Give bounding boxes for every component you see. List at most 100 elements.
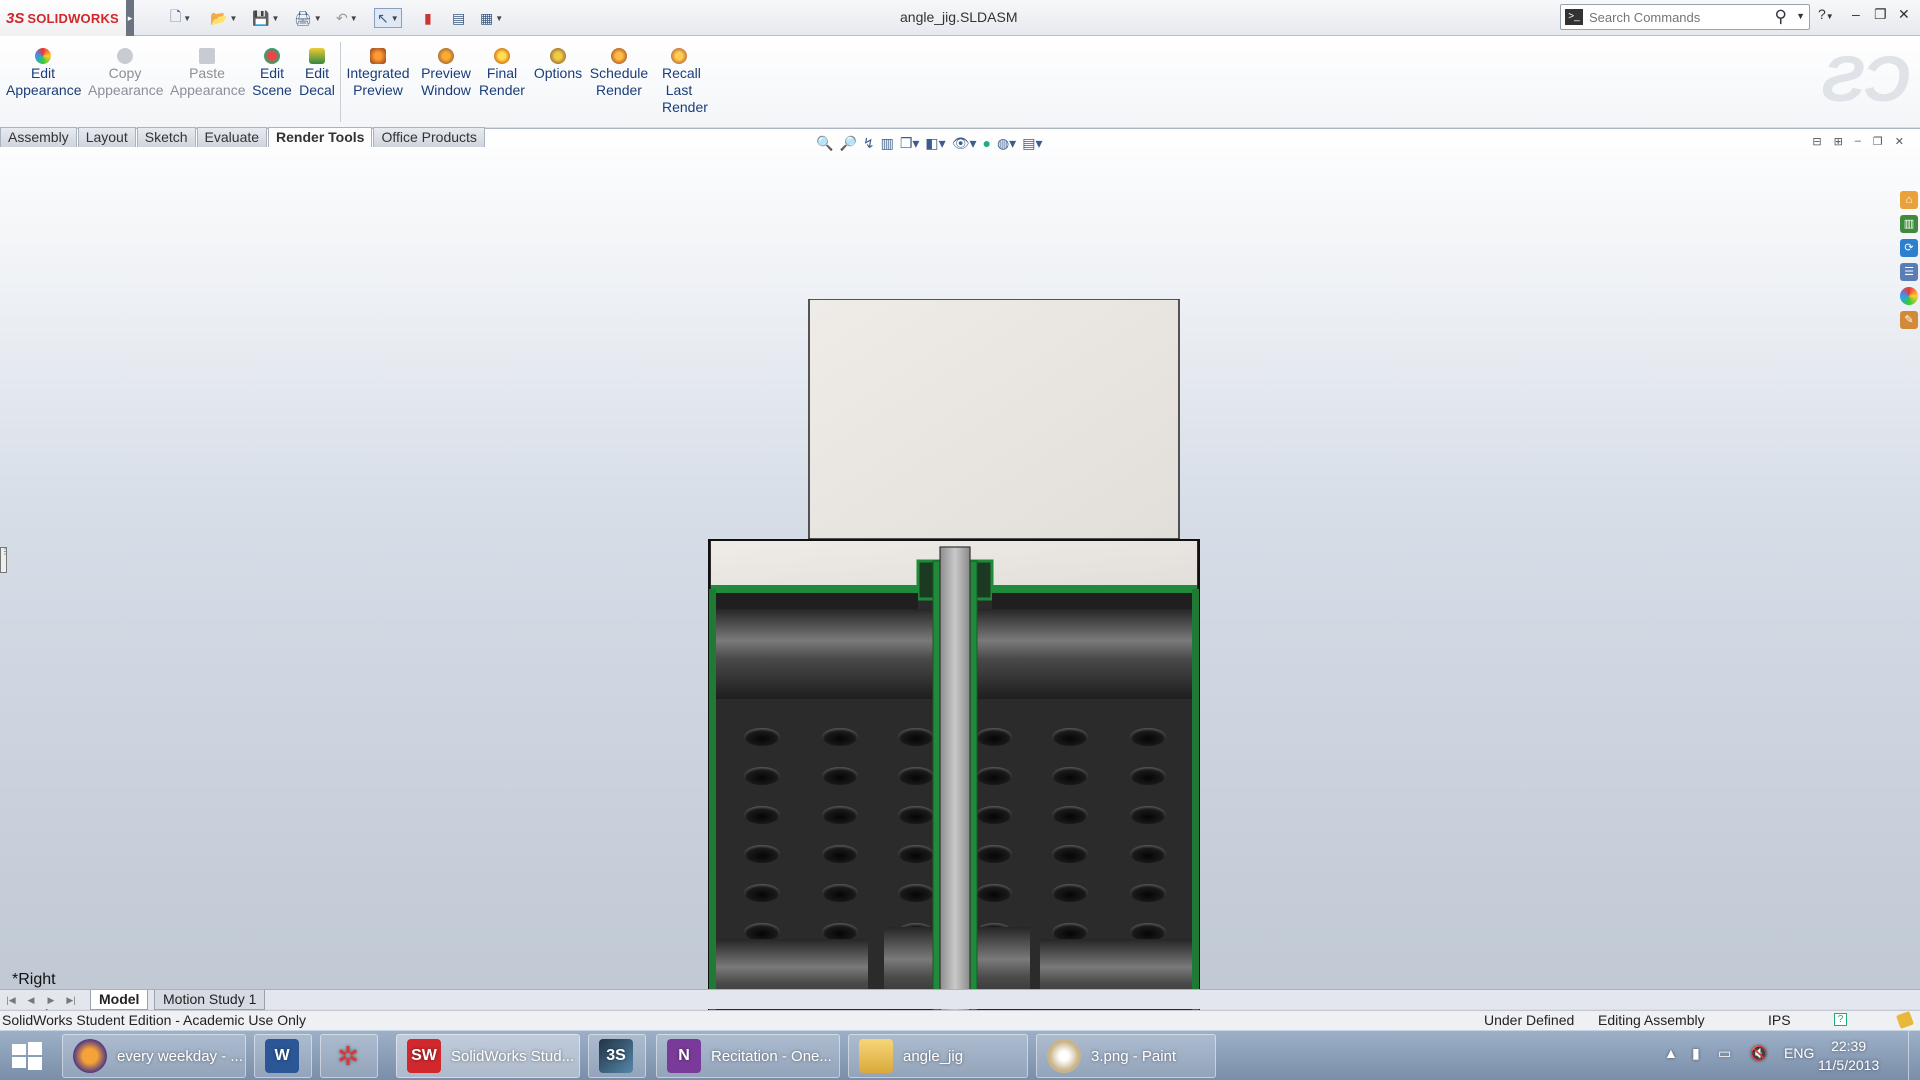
preview-window-button[interactable]: Preview Window (416, 48, 476, 99)
rebuild-icon[interactable]: ▮ (424, 8, 432, 28)
chevron-down-icon[interactable]: ▼ (1796, 11, 1805, 21)
rebuild-notification-icon[interactable] (1896, 1011, 1914, 1029)
next-tab-arrow-icon[interactable]: ▶ (44, 993, 58, 1007)
last-tab-arrow-icon[interactable]: ▶| (64, 993, 78, 1007)
display-style-icon[interactable]: ◧▾ (925, 135, 945, 155)
document-title: angle_jig.SLDASM (900, 9, 1018, 25)
zoom-to-fit-icon[interactable]: 🔍 (816, 135, 833, 155)
options-icon[interactable]: ▦ ▼ (480, 8, 503, 28)
copy-appearance-icon (117, 48, 133, 64)
render-options-button[interactable]: Options (532, 48, 584, 82)
dark-ledge (992, 593, 1192, 609)
section-view-icon[interactable]: ▥ (881, 135, 894, 155)
file-explorer-icon[interactable]: ⟳ (1900, 239, 1918, 257)
taskbar-item-word[interactable]: W (254, 1034, 312, 1078)
edit-decal-button[interactable]: Edit Decal (298, 48, 336, 99)
split-horizontal-icon[interactable]: ⊟ (1812, 135, 1821, 148)
custom-properties-icon[interactable]: ✎ (1900, 311, 1918, 329)
edit-scene-button[interactable]: Edit Scene (252, 48, 292, 99)
tab-assembly[interactable]: Assembly (0, 127, 77, 147)
recall-last-render-button[interactable]: Recall Last Render (654, 48, 708, 116)
previous-view-icon[interactable]: ↯ (863, 135, 875, 155)
schedule-render-button[interactable]: Schedule Render (588, 48, 650, 99)
upper-plate[interactable] (808, 299, 1180, 540)
hole (898, 884, 934, 902)
design-library-icon[interactable]: ▥ (1900, 215, 1918, 233)
tab-evaluate[interactable]: Evaluate (196, 127, 268, 147)
help-icon[interactable]: ?▼ (1818, 6, 1834, 22)
show-hidden-icons-icon[interactable]: ▲ (1664, 1045, 1678, 1061)
language-indicator[interactable]: ENG (1784, 1045, 1814, 1061)
appearances-icon[interactable] (1900, 287, 1918, 305)
tab-layout[interactable]: Layout (77, 127, 136, 147)
search-icon[interactable]: ⚲ (1775, 7, 1787, 27)
viewport-close-icon[interactable]: ✕ (1895, 135, 1904, 148)
tab-render-tools[interactable]: Render Tools (268, 127, 373, 147)
edit-appearance-button[interactable]: Edit Appearance (6, 48, 82, 99)
schedule-render-icon (611, 48, 627, 64)
edit-appearance-view-icon[interactable]: ● (983, 135, 991, 155)
viewport-minimize-icon[interactable]: – (1855, 135, 1861, 148)
windows-start-icon[interactable] (10, 1040, 44, 1072)
tab-motion-study[interactable]: Motion Study 1 (154, 990, 266, 1010)
taskbar-item-onenote[interactable]: N Recitation - One... (656, 1034, 840, 1078)
tab-office-products[interactable]: Office Products (373, 127, 485, 147)
viewport-restore-icon[interactable]: ❐ (1873, 135, 1883, 148)
select-pointer-icon[interactable]: ↖ ▼ (374, 8, 402, 28)
hide-show-items-icon[interactable]: 👁▾ (952, 135, 977, 155)
taskbar-item-paint[interactable]: 3.png - Paint (1036, 1034, 1216, 1078)
hole (744, 884, 780, 902)
hole (744, 806, 780, 824)
undo-icon[interactable]: ↶ ▼ (336, 8, 358, 28)
final-render-button[interactable]: Final Render (478, 48, 526, 99)
model-tabs-bar: |◀ ◀ ▶ ▶| Model Motion Study 1 (0, 989, 1920, 1010)
menu-expand-arrow[interactable]: ▸ (126, 0, 134, 36)
search-commands-box[interactable]: >_ ⚲ ▼ (1560, 4, 1810, 30)
save-icon[interactable]: 💾 ▼ (252, 8, 279, 28)
tab-sketch[interactable]: Sketch (136, 127, 196, 147)
taskbar-item-zotero[interactable]: ✲ (320, 1034, 378, 1078)
view-orientation-icon[interactable]: ❒▾ (900, 135, 920, 155)
taskbar-item-explorer[interactable]: angle_jig (848, 1034, 1028, 1078)
file-properties-icon[interactable]: ▤ (452, 8, 465, 28)
solidworks-logo[interactable]: 3S SOLIDWORKS (0, 0, 128, 36)
open-folder-icon[interactable]: 📂 ▼ (210, 8, 237, 28)
paste-appearance-button[interactable]: Paste Appearance (170, 48, 246, 99)
resources-icon[interactable]: ⌂ (1900, 191, 1918, 209)
new-document-icon[interactable]: 🗋 ▼ (170, 8, 191, 28)
graphics-area[interactable]: 🔍 🔎 ↯ ▥ ❒▾ ◧▾ 👁▾ ● ◍▾ ▤▾ ⊟ ⊞ – ❐ ✕ ⌂ ▥ ⟳… (0, 128, 1920, 1077)
command-manager-tabs: Assembly Layout Sketch Evaluate Render T… (0, 127, 486, 147)
taskbar-item-firefox[interactable]: every weekday - ... (62, 1034, 246, 1078)
assembly-model-render[interactable] (708, 299, 1208, 1080)
usb-device-icon[interactable]: ▮ (1692, 1045, 1700, 1062)
prev-tab-arrow-icon[interactable]: ◀ (24, 993, 38, 1007)
copy-appearance-button[interactable]: Copy Appearance (88, 48, 164, 99)
system-clock[interactable]: 22:39 11/5/2013 (1818, 1037, 1879, 1075)
solidworks-icon: SW (407, 1039, 441, 1073)
tab-model[interactable]: Model (90, 990, 149, 1010)
network-icon[interactable]: ▭ (1718, 1045, 1731, 1062)
feature-manager-grip[interactable]: ⋮ (0, 547, 9, 573)
restore-icon[interactable]: ❐ (1874, 6, 1887, 23)
unit-system-selector[interactable]: IPS (1768, 1011, 1791, 1030)
zoom-to-area-icon[interactable]: 🔎 (839, 135, 856, 155)
first-tab-arrow-icon[interactable]: |◀ (4, 993, 18, 1007)
view-palette-icon[interactable]: ☰ (1900, 263, 1918, 281)
split-vertical-icon[interactable]: ⊞ (1834, 135, 1843, 148)
integrated-preview-button[interactable]: Integrated Preview (346, 48, 410, 99)
vertical-bar[interactable] (939, 546, 971, 1028)
minimize-icon[interactable]: – (1852, 6, 1860, 22)
hole (976, 806, 1012, 824)
hole (1130, 767, 1166, 785)
search-input[interactable] (1589, 8, 1769, 26)
close-icon[interactable]: ✕ (1898, 6, 1910, 23)
taskbar-item-solidworks[interactable]: SW SolidWorks Stud... (396, 1034, 580, 1078)
quick-tips-help-icon[interactable]: ? (1834, 1013, 1847, 1026)
dark-ledge (716, 593, 918, 609)
print-icon[interactable]: 🖨 ▼ (294, 8, 322, 28)
taskbar-item-3dexperience[interactable]: 3S (588, 1034, 646, 1078)
view-settings-icon[interactable]: ▤▾ (1022, 135, 1042, 155)
volume-muted-icon[interactable]: 🔇 (1750, 1045, 1767, 1062)
apply-scene-icon[interactable]: ◍▾ (997, 135, 1016, 155)
show-desktop-button[interactable] (1908, 1031, 1920, 1080)
